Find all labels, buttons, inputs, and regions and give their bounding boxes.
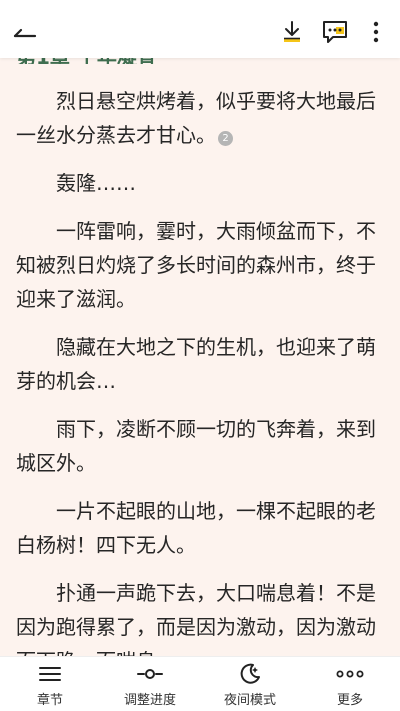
night-mode-label: 夜间模式 (223, 693, 276, 708)
more-vertical-icon[interactable] (366, 18, 386, 46)
chapters-button[interactable]: 章节 (0, 657, 100, 711)
paragraph: 雨下，凌断不顾一切的飞奔着，来到城区外。 (16, 417, 376, 475)
more-horizontal-icon (336, 659, 364, 689)
progress-label: 调整进度 (123, 693, 176, 708)
more-button[interactable]: 更多 (300, 657, 400, 711)
paragraph: 烈日悬空烘烤着，似乎要将大地最后一丝水分蒸去才甘心。 2 (16, 84, 388, 152)
moon-icon (238, 659, 262, 689)
download-icon[interactable] (278, 18, 306, 46)
more-label: 更多 (336, 693, 363, 708)
bottom-nav: 章节 调整进度 夜间模式 更多 (0, 656, 400, 711)
paragraph: 隐藏在大地之下的生机，也迎来了萌芽的机会… (16, 335, 376, 393)
top-toolbar (0, 0, 400, 58)
list-icon (38, 659, 62, 689)
progress-slider-icon (136, 659, 164, 689)
paragraph-text: 烈日悬空烘烤着，似乎要将大地最后一丝水分蒸去才甘心。 (16, 89, 376, 147)
night-mode-button[interactable]: 夜间模式 (200, 657, 300, 711)
comment-icon[interactable] (320, 18, 350, 46)
chapters-label: 章节 (36, 693, 63, 708)
reading-content: 烈日悬空烘烤着，似乎要将大地最后一丝水分蒸去才甘心。 2 轰隆…… 一阵雷响，霎时… (16, 84, 388, 692)
paragraph: 一阵雷响，霎时，大雨倾盆而下，不知被烈日灼烧了多长时间的森州市，终于迎来了滋润。 (16, 219, 376, 311)
progress-button[interactable]: 调整进度 (100, 657, 200, 711)
paragraph: 一片不起眼的山地，一棵不起眼的老白杨树！四下无人。 (16, 499, 376, 557)
paragraph: 轰隆…… (56, 171, 136, 195)
back-arrow-icon[interactable] (10, 18, 40, 46)
comment-count-badge[interactable]: 2 (218, 131, 233, 146)
